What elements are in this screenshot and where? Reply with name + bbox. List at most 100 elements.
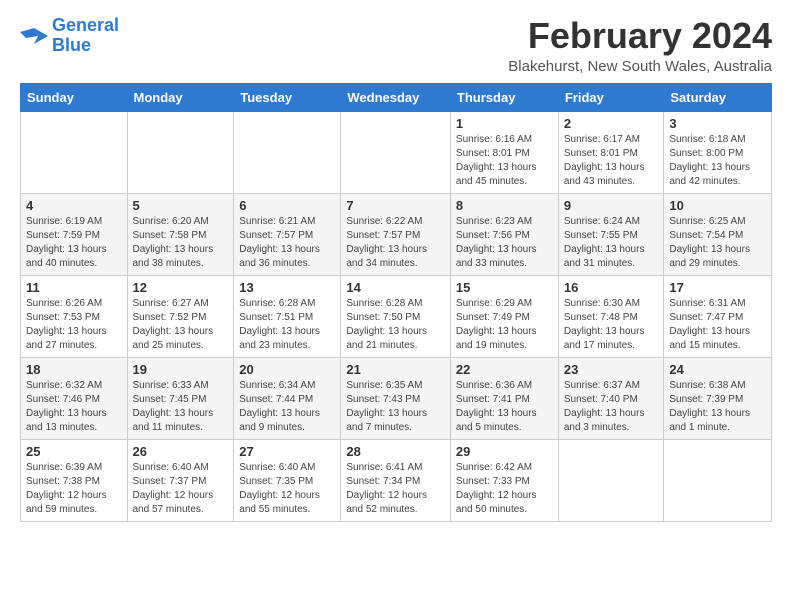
day-number: 11	[26, 280, 122, 295]
day-detail: Sunrise: 6:22 AMSunset: 7:57 PMDaylight:…	[346, 215, 445, 271]
calendar-cell: 8 Sunrise: 6:23 AMSunset: 7:56 PMDaylight…	[450, 193, 558, 275]
day-number: 19	[133, 362, 229, 377]
calendar-cell: 14 Sunrise: 6:28 AMSunset: 7:50 PMDayligh…	[341, 275, 451, 357]
day-detail: Sunrise: 6:23 AMSunset: 7:56 PMDaylight:…	[456, 215, 553, 271]
logo-blue: Blue	[52, 35, 91, 55]
page-title: February 2024	[508, 16, 772, 56]
calendar-cell: 16 Sunrise: 6:30 AMSunset: 7:48 PMDayligh…	[558, 275, 664, 357]
day-number: 1	[456, 116, 553, 131]
day-detail: Sunrise: 6:40 AMSunset: 7:35 PMDaylight:…	[239, 461, 335, 517]
logo-text: General Blue	[52, 16, 119, 56]
day-number: 25	[26, 444, 122, 459]
day-detail: Sunrise: 6:30 AMSunset: 7:48 PMDaylight:…	[564, 297, 659, 353]
logo-general: General	[52, 15, 119, 35]
day-detail: Sunrise: 6:39 AMSunset: 7:38 PMDaylight:…	[26, 461, 122, 517]
calendar-cell: 28Sunrise: 6:41 AMSunset: 7:34 PMDayligh…	[341, 439, 451, 521]
calendar-cell: 19 Sunrise: 6:33 AMSunset: 7:45 PMDayligh…	[127, 357, 234, 439]
calendar-cell: 29 Sunrise: 6:42 AMSunset: 7:33 PMDayligh…	[450, 439, 558, 521]
calendar-cell: 15 Sunrise: 6:29 AMSunset: 7:49 PMDayligh…	[450, 275, 558, 357]
day-number: 18	[26, 362, 122, 377]
day-number: 29	[456, 444, 553, 459]
calendar-cell: 24 Sunrise: 6:38 AMSunset: 7:39 PMDayligh…	[664, 357, 772, 439]
calendar-cell	[558, 439, 664, 521]
day-number: 8	[456, 198, 553, 213]
calendar-cell: 5 Sunrise: 6:20 AMSunset: 7:58 PMDaylight…	[127, 193, 234, 275]
calendar-cell: 25 Sunrise: 6:39 AMSunset: 7:38 PMDayligh…	[21, 439, 128, 521]
day-number: 22	[456, 362, 553, 377]
calendar-cell: 18 Sunrise: 6:32 AMSunset: 7:46 PMDayligh…	[21, 357, 128, 439]
calendar-cell	[234, 111, 341, 193]
day-detail: Sunrise: 6:27 AMSunset: 7:52 PMDaylight:…	[133, 297, 229, 353]
calendar-cell: 22Sunrise: 6:36 AMSunset: 7:41 PMDayligh…	[450, 357, 558, 439]
day-detail: Sunrise: 6:25 AMSunset: 7:54 PMDaylight:…	[669, 215, 766, 271]
calendar-table: SundayMondayTuesdayWednesdayThursdayFrid…	[20, 83, 772, 522]
header-thursday: Thursday	[450, 83, 558, 111]
day-number: 16	[564, 280, 659, 295]
day-number: 17	[669, 280, 766, 295]
calendar-cell: 17Sunrise: 6:31 AMSunset: 7:47 PMDayligh…	[664, 275, 772, 357]
calendar-cell: 11 Sunrise: 6:26 AMSunset: 7:53 PMDayligh…	[21, 275, 128, 357]
day-number: 23	[564, 362, 659, 377]
calendar-cell: 4Sunrise: 6:19 AMSunset: 7:59 PMDaylight…	[21, 193, 128, 275]
day-number: 4	[26, 198, 122, 213]
calendar-cell: 21 Sunrise: 6:35 AMSunset: 7:43 PMDayligh…	[341, 357, 451, 439]
logo: General Blue	[20, 16, 119, 56]
day-detail: Sunrise: 6:33 AMSunset: 7:45 PMDaylight:…	[133, 379, 229, 435]
calendar-cell: 7Sunrise: 6:22 AMSunset: 7:57 PMDaylight…	[341, 193, 451, 275]
header-tuesday: Tuesday	[234, 83, 341, 111]
header-sunday: Sunday	[21, 83, 128, 111]
day-number: 6	[239, 198, 335, 213]
day-detail: Sunrise: 6:17 AMSunset: 8:01 PMDaylight:…	[564, 133, 659, 189]
title-block: February 2024 Blakehurst, New South Wale…	[508, 16, 772, 75]
day-detail: Sunrise: 6:37 AMSunset: 7:40 PMDaylight:…	[564, 379, 659, 435]
calendar-cell	[21, 111, 128, 193]
calendar-week-4: 18 Sunrise: 6:32 AMSunset: 7:46 PMDayligh…	[21, 357, 772, 439]
day-detail: Sunrise: 6:38 AMSunset: 7:39 PMDaylight:…	[669, 379, 766, 435]
calendar-week-2: 4Sunrise: 6:19 AMSunset: 7:59 PMDaylight…	[21, 193, 772, 275]
header-wednesday: Wednesday	[341, 83, 451, 111]
day-number: 27	[239, 444, 335, 459]
calendar-week-3: 11 Sunrise: 6:26 AMSunset: 7:53 PMDayligh…	[21, 275, 772, 357]
calendar-header-row: SundayMondayTuesdayWednesdayThursdayFrid…	[21, 83, 772, 111]
day-number: 15	[456, 280, 553, 295]
day-number: 5	[133, 198, 229, 213]
day-detail: Sunrise: 6:18 AMSunset: 8:00 PMDaylight:…	[669, 133, 766, 189]
day-number: 26	[133, 444, 229, 459]
day-detail: Sunrise: 6:28 AMSunset: 7:50 PMDaylight:…	[346, 297, 445, 353]
header-monday: Monday	[127, 83, 234, 111]
header-friday: Friday	[558, 83, 664, 111]
day-detail: Sunrise: 6:32 AMSunset: 7:46 PMDaylight:…	[26, 379, 122, 435]
day-detail: Sunrise: 6:26 AMSunset: 7:53 PMDaylight:…	[26, 297, 122, 353]
day-number: 3	[669, 116, 766, 131]
calendar-week-1: 1 Sunrise: 6:16 AMSunset: 8:01 PMDaylight…	[21, 111, 772, 193]
calendar-cell: 23 Sunrise: 6:37 AMSunset: 7:40 PMDayligh…	[558, 357, 664, 439]
day-number: 2	[564, 116, 659, 131]
calendar-cell: 2 Sunrise: 6:17 AMSunset: 8:01 PMDaylight…	[558, 111, 664, 193]
day-detail: Sunrise: 6:42 AMSunset: 7:33 PMDaylight:…	[456, 461, 553, 517]
day-detail: Sunrise: 6:28 AMSunset: 7:51 PMDaylight:…	[239, 297, 335, 353]
calendar-cell: 1 Sunrise: 6:16 AMSunset: 8:01 PMDaylight…	[450, 111, 558, 193]
header-saturday: Saturday	[664, 83, 772, 111]
calendar-cell: 10 Sunrise: 6:25 AMSunset: 7:54 PMDayligh…	[664, 193, 772, 275]
day-detail: Sunrise: 6:35 AMSunset: 7:43 PMDaylight:…	[346, 379, 445, 435]
day-detail: Sunrise: 6:16 AMSunset: 8:01 PMDaylight:…	[456, 133, 553, 189]
day-detail: Sunrise: 6:24 AMSunset: 7:55 PMDaylight:…	[564, 215, 659, 271]
day-number: 12	[133, 280, 229, 295]
calendar-cell	[341, 111, 451, 193]
day-number: 21	[346, 362, 445, 377]
day-detail: Sunrise: 6:41 AMSunset: 7:34 PMDaylight:…	[346, 461, 445, 517]
day-number: 10	[669, 198, 766, 213]
day-number: 13	[239, 280, 335, 295]
calendar-cell: 20Sunrise: 6:34 AMSunset: 7:44 PMDayligh…	[234, 357, 341, 439]
calendar-cell	[664, 439, 772, 521]
day-number: 14	[346, 280, 445, 295]
day-number: 24	[669, 362, 766, 377]
calendar-cell: 3 Sunrise: 6:18 AMSunset: 8:00 PMDaylight…	[664, 111, 772, 193]
calendar-cell: 6 Sunrise: 6:21 AMSunset: 7:57 PMDaylight…	[234, 193, 341, 275]
calendar-week-5: 25 Sunrise: 6:39 AMSunset: 7:38 PMDayligh…	[21, 439, 772, 521]
logo-bird-icon	[20, 24, 48, 48]
calendar-cell: 26Sunrise: 6:40 AMSunset: 7:37 PMDayligh…	[127, 439, 234, 521]
day-detail: Sunrise: 6:20 AMSunset: 7:58 PMDaylight:…	[133, 215, 229, 271]
day-detail: Sunrise: 6:29 AMSunset: 7:49 PMDaylight:…	[456, 297, 553, 353]
day-detail: Sunrise: 6:21 AMSunset: 7:57 PMDaylight:…	[239, 215, 335, 271]
